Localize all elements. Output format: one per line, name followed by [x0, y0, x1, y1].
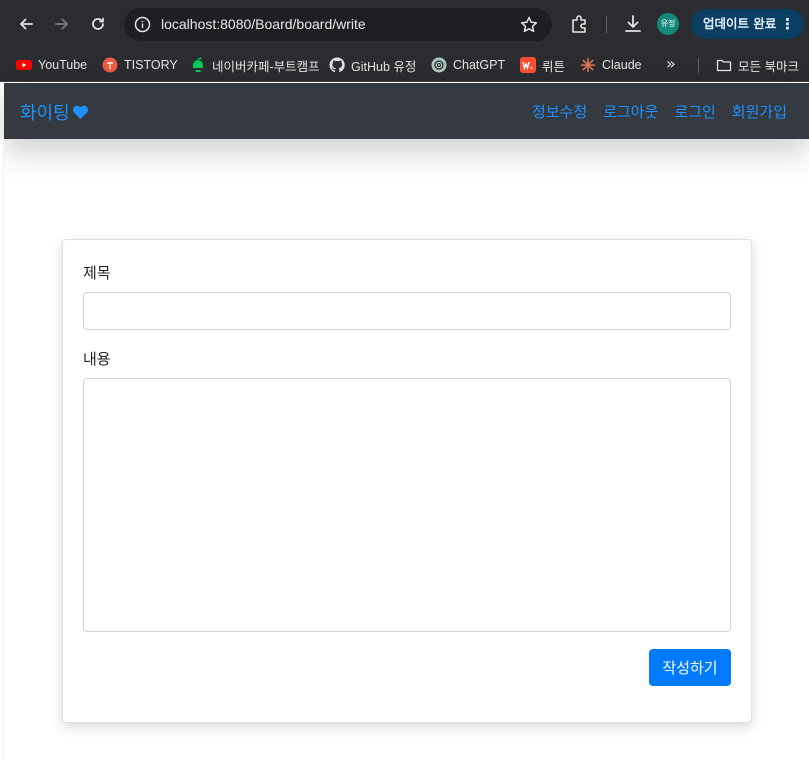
bookmarks-bar: YouTube TISTORY 네이버카페-부트캠프 GitHub 유정 Cha… [0, 48, 809, 82]
site-info-icon[interactable] [134, 16, 151, 33]
page-edge [0, 139, 4, 759]
bookmark-label: 네이버카페-부트캠프 [212, 59, 320, 74]
bookmark-label: 뤼튼 [542, 59, 566, 74]
brand-link[interactable]: 화이팅 [20, 99, 89, 125]
profile-avatar[interactable]: 유정 [657, 13, 679, 35]
bookmark-label: TISTORY [124, 58, 178, 72]
nav-signup[interactable]: 회원가입 [732, 101, 787, 122]
bookmarks-divider [698, 58, 699, 73]
reload-icon [92, 17, 104, 30]
update-button[interactable]: 업데이트 완료 ⋮ [691, 9, 804, 39]
content-label: 내용 [83, 350, 111, 368]
arrow-left-icon [20, 18, 33, 30]
update-button-label: 업데이트 완료 [703, 16, 777, 31]
youtube-icon [16, 60, 32, 70]
claude-icon [580, 57, 596, 73]
nav-login[interactable]: 로그인 [674, 101, 715, 122]
bookmark-chatgpt[interactable]: ChatGPT [431, 55, 505, 75]
bookmark-label: ChatGPT [453, 58, 506, 72]
content-textarea[interactable] [83, 378, 731, 632]
more-bookmarks-icon[interactable]: » [666, 54, 676, 73]
wrtn-icon [520, 57, 536, 73]
submit-button[interactable]: 작성하기 [649, 649, 731, 686]
nav-edit-profile[interactable]: 정보수정 [532, 101, 587, 122]
arrow-right-icon [55, 18, 68, 30]
forward-button[interactable] [50, 12, 74, 36]
nav-logout[interactable]: 로그아웃 [603, 101, 658, 122]
folder-icon [716, 59, 732, 72]
bookmark-label: 모든 북마크 [738, 59, 799, 74]
chatgpt-icon [431, 57, 447, 73]
address-bar[interactable]: localhost:8080/Board/board/write [124, 8, 552, 41]
bookmark-label: Claude [602, 58, 642, 72]
toolbar-divider [606, 16, 607, 33]
naver-cafe-icon [193, 57, 203, 72]
tistory-icon [102, 57, 118, 73]
bookmark-github[interactable]: GitHub 유정 [329, 55, 416, 75]
url-text[interactable]: localhost:8080/Board/board/write [161, 16, 366, 32]
reload-button[interactable] [86, 12, 110, 36]
bookmark-tistory[interactable]: TISTORY [102, 55, 178, 75]
github-icon [329, 57, 345, 73]
site-navbar: 화이팅 정보수정 로그아웃 로그인 회원가입 [4, 83, 809, 139]
write-form-card: 제목 내용 작성하기 [62, 239, 752, 723]
bookmark-youtube[interactable]: YouTube [16, 55, 87, 75]
bookmark-wrtn[interactable]: 뤼튼 [520, 55, 565, 75]
download-icon[interactable] [622, 13, 644, 35]
bookmark-label: YouTube [38, 58, 88, 72]
more-menu-icon[interactable]: ⋮ [780, 9, 795, 39]
title-input[interactable] [83, 292, 731, 330]
all-bookmarks-folder[interactable]: 모든 북마크 [716, 55, 799, 75]
brand-text: 화이팅 [20, 103, 70, 124]
title-label: 제목 [83, 264, 111, 282]
bookmark-claude[interactable]: Claude [580, 55, 642, 75]
nav-links: 정보수정 로그아웃 로그인 회원가입 [532, 101, 787, 122]
bookmark-label: GitHub 유정 [351, 59, 417, 74]
heart-icon [72, 105, 88, 119]
browser-toolbar: localhost:8080/Board/board/write 유정 업데이트… [0, 0, 809, 48]
back-button[interactable] [14, 12, 38, 36]
bookmark-star-icon[interactable] [519, 15, 539, 35]
extensions-icon[interactable] [568, 13, 590, 35]
bookmark-naver-cafe[interactable]: 네이버카페-부트캠프 [190, 55, 320, 75]
